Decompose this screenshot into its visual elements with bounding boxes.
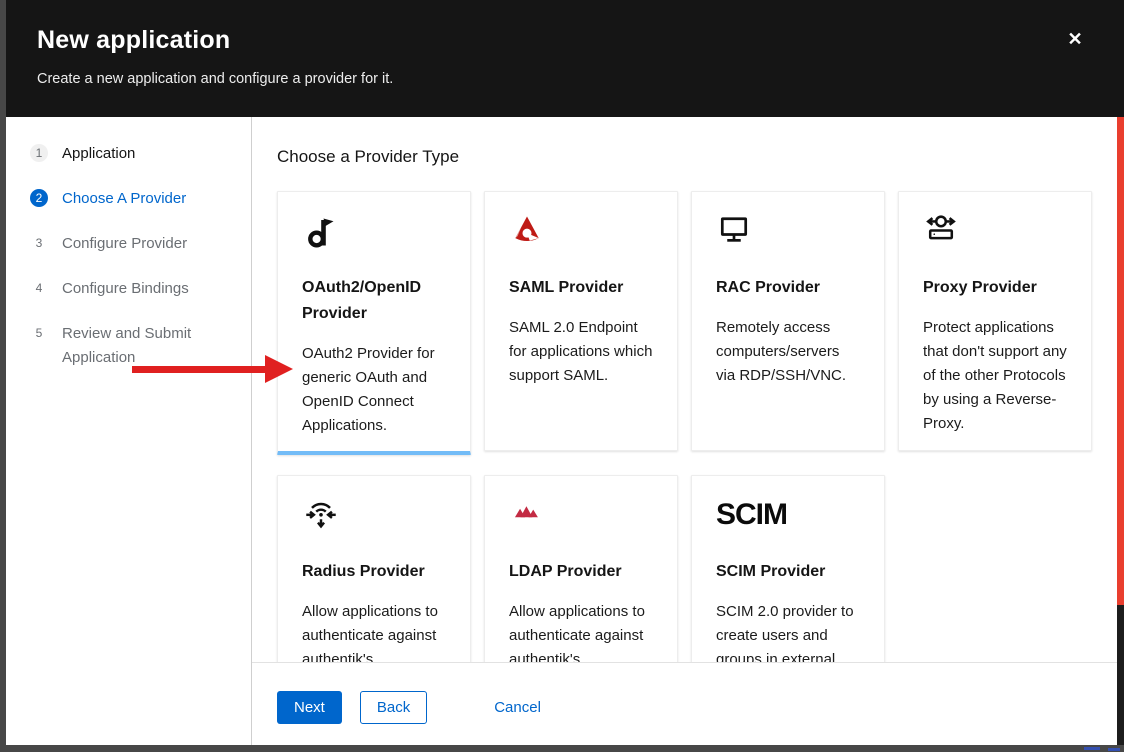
provider-card-proxy[interactable]: Proxy Provider Protect applications that… — [898, 191, 1092, 451]
wizard-steps-sidebar: 1 Application 2 Choose A Provider 3 Conf… — [6, 117, 252, 745]
provider-card-radius[interactable]: Radius Provider Allow applications to au… — [277, 475, 471, 662]
provider-card-ldap[interactable]: LDAP Provider Allow applications to auth… — [484, 475, 678, 662]
step-label: Choose A Provider — [62, 187, 186, 211]
step-number: 4 — [30, 279, 48, 297]
provider-card-oauth2-openid[interactable]: OAuth2/OpenID Provider OAuth2 Provider f… — [277, 191, 471, 455]
provider-type-panel: Choose a Provider Type OAuth2/OpenID Pro… — [252, 117, 1117, 662]
panel-heading: Choose a Provider Type — [277, 147, 1092, 167]
card-description: Remotely access computers/servers via RD… — [716, 316, 860, 388]
openid-icon — [302, 212, 446, 252]
step-label: Application — [62, 142, 135, 166]
card-title: LDAP Provider — [509, 559, 653, 585]
proxy-icon — [923, 212, 1067, 252]
wizard-step-application[interactable]: 1 Application — [30, 142, 233, 166]
wizard-step-review-and-submit[interactable]: 5 Review and Submit Application — [30, 322, 233, 370]
step-number: 1 — [30, 144, 48, 162]
cancel-link[interactable]: Cancel — [494, 691, 541, 724]
card-description: Protect applications that don't support … — [923, 316, 1067, 436]
provider-cards-grid: OAuth2/OpenID Provider OAuth2 Provider f… — [277, 191, 1092, 662]
step-label: Configure Bindings — [62, 277, 189, 301]
card-title: SAML Provider — [509, 275, 653, 301]
card-description: Allow applications to authenticate again… — [509, 600, 653, 662]
wizard-step-choose-a-provider[interactable]: 2 Choose A Provider — [30, 187, 233, 211]
step-label: Configure Provider — [62, 232, 187, 256]
card-title: Proxy Provider — [923, 275, 1067, 301]
card-description: OAuth2 Provider for generic OAuth and Op… — [302, 342, 446, 438]
saml-icon — [509, 212, 653, 252]
page-subtitle: Create a new application and configure a… — [37, 71, 1124, 87]
background-page-fragment — [1108, 748, 1120, 751]
wizard-footer: Next Back Cancel — [252, 662, 1117, 745]
card-title: SCIM Provider — [716, 559, 860, 585]
step-number: 3 — [30, 234, 48, 252]
ldap-mountains-icon — [509, 496, 653, 536]
card-description: SAML 2.0 Endpoint for applications which… — [509, 316, 653, 388]
rac-monitor-icon — [716, 212, 860, 252]
next-button[interactable]: Next — [277, 691, 342, 724]
provider-card-scim[interactable]: SCIM SCIM Provider SCIM 2.0 provider to … — [691, 475, 885, 662]
provider-card-rac[interactable]: RAC Provider Remotely access computers/s… — [691, 191, 885, 451]
modal-header: New application Create a new application… — [6, 0, 1124, 117]
back-button[interactable]: Back — [360, 691, 427, 724]
step-label: Review and Submit Application — [62, 322, 233, 370]
close-icon: ✕ — [1067, 29, 1082, 49]
page-title: New application — [37, 26, 1124, 55]
card-description: SCIM 2.0 provider to create users and gr… — [716, 600, 860, 662]
page-scrollbar-thumb[interactable] — [1117, 117, 1124, 605]
scim-logo: SCIM — [716, 496, 860, 536]
background-page-fragment — [1084, 747, 1100, 750]
wizard-step-configure-bindings[interactable]: 4 Configure Bindings — [30, 277, 233, 301]
card-title: Radius Provider — [302, 559, 446, 585]
step-number: 2 — [30, 189, 48, 207]
card-description: Allow applications to authenticate again… — [302, 600, 446, 662]
provider-card-saml[interactable]: SAML Provider SAML 2.0 Endpoint for appl… — [484, 191, 678, 451]
background-strip — [1117, 605, 1124, 745]
step-number: 5 — [30, 324, 48, 342]
card-title: OAuth2/OpenID Provider — [302, 275, 446, 327]
radius-icon — [302, 496, 446, 536]
wizard-step-configure-provider[interactable]: 3 Configure Provider — [30, 232, 233, 256]
scim-logo-text: SCIM — [716, 496, 860, 534]
close-button[interactable]: ✕ — [1062, 26, 1088, 52]
card-title: RAC Provider — [716, 275, 860, 301]
